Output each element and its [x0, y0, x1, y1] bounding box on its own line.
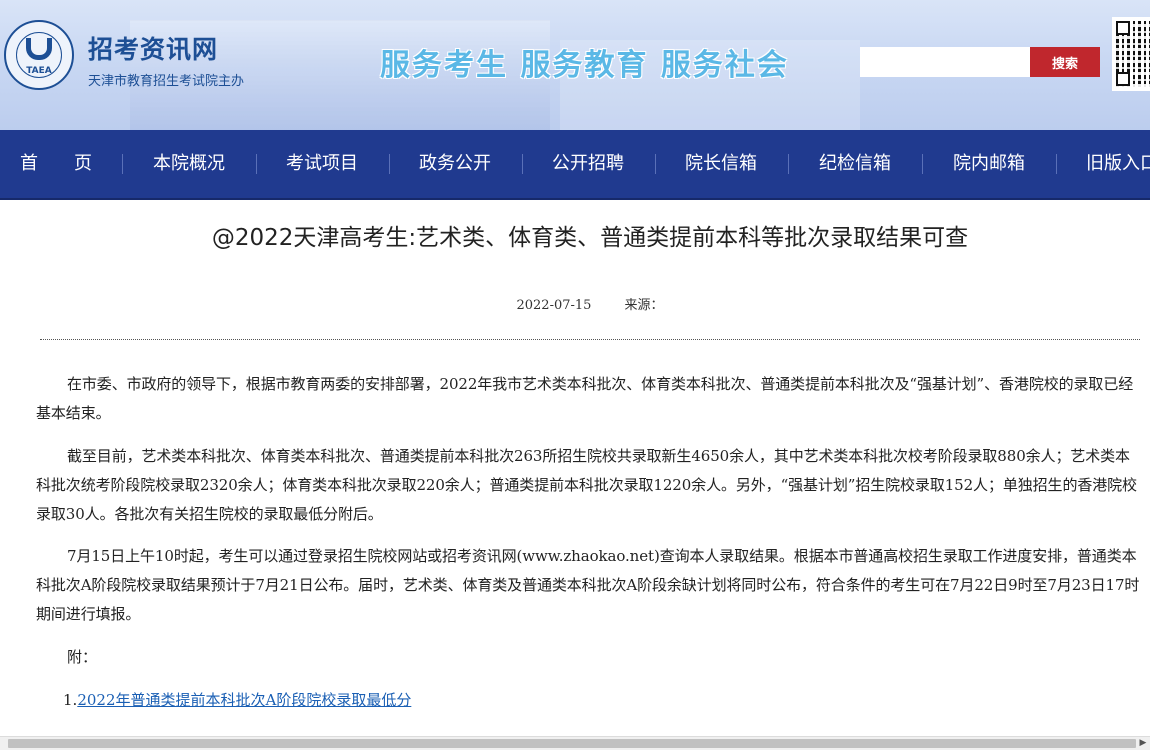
article-paragraph: 在市委、市政府的领导下，根据市教育两委的安排部署，2022年我市艺术类本科批次、… — [36, 375, 1134, 422]
nav-separator — [788, 154, 789, 174]
search-button[interactable]: 搜索 — [1030, 47, 1100, 77]
nav-item-recruitment[interactable]: 公开招聘 — [549, 130, 627, 198]
attachment-label: 附： — [67, 648, 98, 666]
article-source-label: 来源： — [624, 298, 664, 313]
search-input[interactable] — [860, 47, 1030, 77]
article-meta: 2022-07-15 来源： — [0, 294, 1150, 313]
qr-finder-top-left — [1116, 21, 1130, 35]
article-date: 2022-07-15 — [516, 298, 592, 313]
horizontal-scrollbar[interactable]: ▶ — [0, 736, 1150, 750]
main-nav: 首 页 本院概况 考试项目 政务公开 公开招聘 院长信箱 纪检信箱 院内邮箱 旧… — [0, 130, 1150, 200]
nav-item-affairs[interactable]: 政务公开 — [416, 130, 494, 198]
nav-separator — [389, 154, 390, 174]
header-slogan: 服务考生 服务教育 服务社会 — [380, 48, 789, 83]
logo-mark — [26, 38, 52, 60]
article-divider — [40, 339, 1140, 340]
site-name[interactable]: 招考资讯网 — [88, 30, 218, 66]
logo-abbr: TAEA — [26, 66, 52, 76]
header: TAEA 招考资讯网 天津市教育招生考试院主办 服务考生 服务教育 服务社会 搜… — [0, 0, 1150, 130]
nav-item-exams[interactable]: 考试项目 — [283, 130, 361, 198]
nav-item-internal-mail[interactable]: 院内邮箱 — [950, 130, 1028, 198]
nav-separator — [522, 154, 523, 174]
article-paragraph: 7月15日上午10时起，考生可以通过登录招生院校网站或招考资讯网(www.zha… — [36, 547, 1140, 623]
nav-item-discipline-mailbox[interactable]: 纪检信箱 — [816, 130, 894, 198]
article-paragraph: 截至目前，艺术类本科批次、体育类本科批次、普通类提前本科批次263所招生院校共录… — [36, 447, 1137, 523]
qr-finder-bottom-left — [1116, 72, 1130, 86]
nav-separator — [1056, 154, 1057, 174]
qr-code-icon — [1112, 17, 1150, 91]
attachment-index: 1. — [63, 691, 78, 709]
nav-separator — [922, 154, 923, 174]
nav-item-home[interactable]: 首 页 — [20, 130, 92, 198]
nav-item-director-mailbox[interactable]: 院长信箱 — [682, 130, 760, 198]
nav-separator — [122, 154, 123, 174]
taea-logo-icon[interactable]: TAEA — [4, 20, 74, 90]
article-title: @2022天津高考生:艺术类、体育类、普通类提前本科等批次录取结果可查 — [211, 225, 969, 251]
scrollbar-thumb[interactable] — [8, 739, 1136, 748]
nav-separator — [655, 154, 656, 174]
site-subtitle: 天津市教育招生考试院主办 — [88, 74, 245, 89]
attachment-link[interactable]: 2022年普通类提前本科批次A阶段院校录取最低分 — [77, 691, 411, 709]
scroll-right-arrow-icon[interactable]: ▶ — [1138, 737, 1148, 750]
nav-item-about[interactable]: 本院概况 — [150, 130, 228, 198]
nav-separator — [256, 154, 257, 174]
attachment-item: 1.2022年普通类提前本科批次A阶段院校录取最低分 — [63, 688, 411, 712]
nav-item-old-version[interactable]: 旧版入口 — [1086, 130, 1150, 198]
